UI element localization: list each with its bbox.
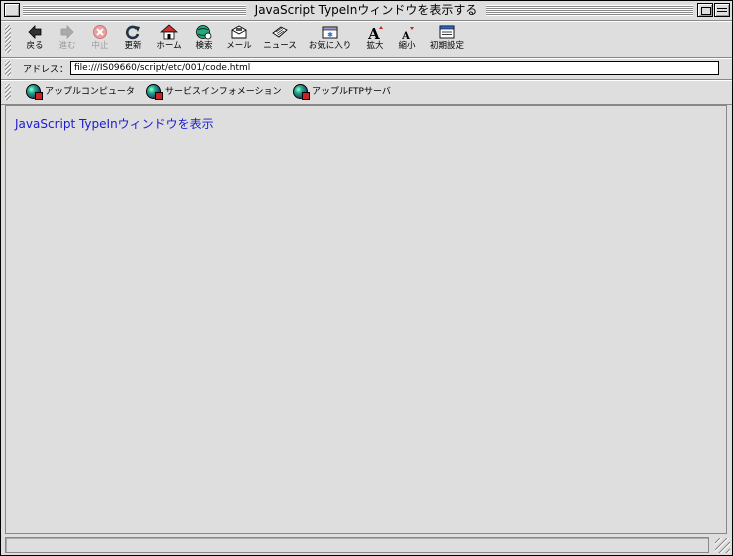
forward-arrow-icon — [60, 25, 74, 39]
preferences-label: 初期設定 — [429, 41, 464, 51]
globe-icon — [146, 84, 163, 100]
search-label: 検索 — [195, 41, 213, 51]
shrink-text-icon: A — [401, 27, 414, 40]
enlarge-text-icon: A — [367, 25, 383, 40]
news-button[interactable]: ニュース — [262, 24, 298, 52]
globe-icon — [293, 84, 310, 100]
favorites-label: お気に入り — [308, 41, 352, 51]
preferences-button[interactable]: 初期設定 — [429, 24, 465, 52]
address-bar: アドレス： — [1, 58, 732, 80]
home-button[interactable]: ホーム — [153, 24, 185, 52]
enlarge-text-label: 拡大 — [366, 41, 384, 51]
refresh-label: 更新 — [124, 41, 142, 51]
shrink-text-label: 縮小 — [398, 41, 416, 51]
title-bar[interactable]: JavaScript TypeInウィンドウを表示する — [1, 1, 732, 21]
preferences-icon — [439, 25, 455, 39]
news-label: ニュース — [263, 41, 297, 51]
typein-window-link[interactable]: JavaScript TypeInウィンドウを表示 — [15, 115, 214, 132]
page-content: JavaScript TypeInウィンドウを表示 — [5, 105, 727, 534]
home-icon — [160, 24, 178, 40]
stop-button[interactable]: 中止 — [89, 24, 111, 52]
address-input[interactable] — [70, 61, 719, 75]
address-bar-grip[interactable] — [5, 61, 11, 76]
address-label: アドレス： — [23, 65, 69, 75]
favorites-icon: ✱ — [322, 26, 338, 39]
mail-button[interactable]: メール — [223, 24, 255, 52]
favorite-apple-ftp-server[interactable]: アップルFTPサーバ — [293, 84, 397, 100]
browser-window: JavaScript TypeInウィンドウを表示する 戻る 進む 中止 更新 … — [0, 0, 733, 556]
close-box-icon[interactable] — [4, 3, 20, 17]
favorites-bar-grip[interactable] — [5, 84, 11, 100]
back-arrow-icon — [28, 25, 42, 39]
stop-icon — [93, 25, 107, 39]
zoom-box-icon[interactable] — [697, 3, 713, 17]
toolbar-grip[interactable] — [5, 25, 11, 53]
resize-grip-icon[interactable] — [715, 538, 730, 553]
search-button[interactable]: 検索 — [193, 24, 215, 52]
favorite-label: アップルコンピュータ — [45, 87, 135, 97]
search-globe-icon — [196, 25, 212, 40]
favorite-service-information[interactable]: サービスインフォメーション — [146, 84, 288, 100]
svg-text:A: A — [367, 25, 380, 40]
back-button[interactable]: 戻る — [25, 24, 45, 52]
favorites-bar: アップルコンピュータ サービスインフォメーション アップルFTPサーバ — [1, 80, 732, 105]
navigation-toolbar: 戻る 進む 中止 更新 ホーム 検索 メール ニュース ✱ お気に入り A 拡大… — [1, 21, 732, 58]
favorite-label: サービスインフォメーション — [165, 87, 282, 97]
favorites-button[interactable]: ✱ お気に入り — [307, 24, 353, 52]
status-field — [5, 537, 709, 553]
collapse-box-icon[interactable] — [714, 3, 730, 17]
back-label: 戻る — [26, 41, 44, 51]
mail-icon — [231, 25, 247, 39]
status-bar — [1, 534, 732, 555]
svg-text:A: A — [401, 31, 410, 40]
favorite-label: アップルFTPサーバ — [312, 87, 391, 97]
window-title: JavaScript TypeInウィンドウを表示する — [246, 2, 486, 19]
forward-label: 進む — [58, 41, 76, 51]
refresh-icon — [125, 25, 140, 40]
enlarge-text-button[interactable]: A 拡大 — [364, 24, 386, 52]
news-icon — [272, 26, 288, 38]
globe-icon — [26, 84, 43, 100]
stop-label: 中止 — [91, 41, 109, 51]
favorite-apple-computer[interactable]: アップルコンピュータ — [26, 84, 138, 100]
svg-text:✱: ✱ — [327, 31, 333, 39]
home-label: ホーム — [156, 41, 182, 51]
refresh-button[interactable]: 更新 — [122, 24, 144, 52]
forward-button[interactable]: 進む — [56, 24, 78, 52]
mail-label: メール — [226, 41, 252, 51]
shrink-text-button[interactable]: A 縮小 — [396, 24, 418, 52]
